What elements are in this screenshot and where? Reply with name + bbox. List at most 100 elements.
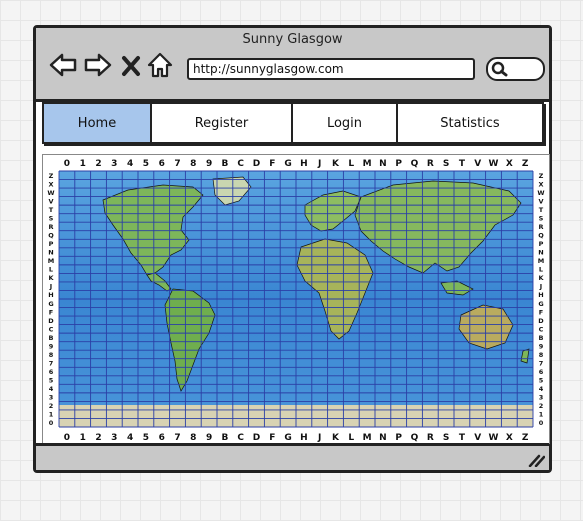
row-label: T [49,206,54,214]
column-label: 5 [143,159,149,169]
column-label: T [459,433,466,443]
row-label: N [48,249,53,257]
row-label: S [539,214,544,222]
row-label: 9 [49,342,54,350]
row-label: L [49,266,53,274]
row-label: W [47,189,54,197]
close-icon[interactable] [120,50,142,80]
row-label: B [539,334,544,342]
column-label: 7 [174,159,180,169]
row-label: P [49,240,54,248]
column-label: 1 [80,159,86,169]
column-label: M [363,159,372,169]
column-label: Q [411,159,419,169]
column-label: Z [522,159,529,169]
column-label: D [253,159,260,169]
page-content: Home Register Login Statistics 0 1 2 3 4… [40,102,550,444]
column-label: B [221,159,228,169]
browser-statusbar [36,443,549,470]
row-label: X [48,180,53,188]
row-label: 4 [539,385,544,393]
row-label: 7 [539,360,544,368]
column-label: P [395,159,402,169]
column-label: 5 [143,433,149,443]
row-label: C [49,325,54,333]
column-label: T [459,159,466,169]
forward-arrow-icon[interactable] [83,50,113,80]
address-bar[interactable]: http://sunnyglasgow.com [187,58,475,80]
back-arrow-icon[interactable] [48,50,78,80]
column-label: D [253,433,260,443]
row-label: K [538,274,544,282]
column-label: C [237,159,244,169]
column-label: 0 [64,159,70,169]
tab-login[interactable]: Login [293,104,398,142]
world-map-panel: 0123456789BCDFGHJKLMNPQRSTVWXZ 012345678… [42,154,550,444]
row-label: 2 [49,402,54,410]
row-label: Q [538,232,544,240]
nav-tab-bar: Home Register Login Statistics [42,102,544,144]
column-label: 8 [190,159,196,169]
resize-grip-icon[interactable] [527,453,545,467]
column-label: V [474,159,481,169]
column-label: H [300,159,308,169]
column-label: N [379,433,387,443]
world-grid-map[interactable]: 0123456789BCDFGHJKLMNPQRSTVWXZ 012345678… [43,155,549,443]
column-label: 7 [174,433,180,443]
row-label: D [48,317,54,325]
row-label: B [49,334,54,342]
row-label: 0 [539,419,544,427]
row-label: Z [49,172,54,180]
row-label: 6 [49,368,54,376]
tab-statistics[interactable]: Statistics [398,104,542,142]
column-label: S [443,433,449,443]
column-label: K [332,433,340,443]
column-label: G [284,159,291,169]
row-label: S [49,214,54,222]
column-label: 9 [206,433,212,443]
row-label: G [48,300,53,308]
column-label: F [269,159,275,169]
column-label: M [363,433,372,443]
row-label: F [539,308,543,316]
row-label: P [539,240,544,248]
row-label: 2 [539,402,544,410]
row-label: Z [539,172,544,180]
row-label: C [539,325,544,333]
column-label: X [506,433,513,443]
row-label: M [48,257,54,265]
row-label: 3 [539,394,544,402]
row-label: 8 [539,351,544,359]
column-label: 2 [95,159,101,169]
row-labels-right: ZXWVTSRQPNMLKJHGFDCB9876543210 [537,172,544,427]
column-label: G [284,433,291,443]
window-title: Sunny Glasgow [242,32,343,47]
column-label: Q [411,433,419,443]
column-label: K [332,159,340,169]
browser-titlebar: Sunny Glasgow http://sunnyglasgow.com [36,28,549,102]
tab-register[interactable]: Register [152,104,293,142]
row-label: H [538,291,543,299]
column-label: R [427,159,434,169]
column-label: W [489,159,499,169]
browser-window: Sunny Glasgow http://sunnyglasgow.com Ho… [33,25,552,473]
column-label: 3 [111,159,117,169]
row-label: M [538,257,544,265]
column-label: L [348,433,354,443]
row-label: 3 [49,394,54,402]
row-label: Q [48,232,54,240]
row-label: 9 [539,342,544,350]
row-label: J [539,283,542,291]
row-label: 6 [539,368,544,376]
tab-home[interactable]: Home [44,104,152,142]
row-label: T [539,206,544,214]
row-label: 4 [49,385,54,393]
home-icon[interactable] [146,50,174,80]
column-label: F [269,433,275,443]
row-label: 1 [49,411,54,419]
search-box[interactable] [486,57,545,81]
row-label: 5 [49,377,54,385]
column-label: C [237,433,244,443]
column-label: H [300,433,308,443]
search-icon [491,61,508,77]
